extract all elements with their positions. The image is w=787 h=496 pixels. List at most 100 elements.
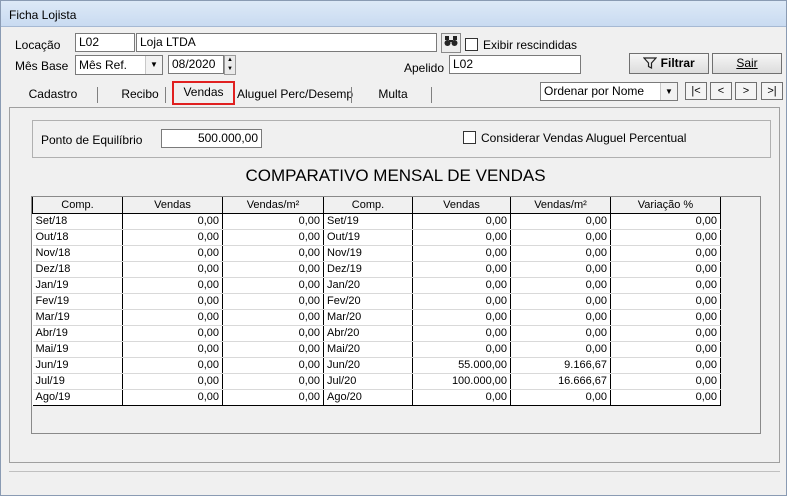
table-cell[interactable]: 0,00 xyxy=(222,229,324,246)
table-cell[interactable]: 0,00 xyxy=(510,293,611,310)
table-cell[interactable]: 0,00 xyxy=(412,229,511,246)
first-record-button[interactable]: |< xyxy=(685,82,707,100)
table-cell[interactable]: Jan/20 xyxy=(323,277,413,294)
sair-button[interactable]: Sair xyxy=(712,53,782,74)
table-cell[interactable]: 0,00 xyxy=(610,293,721,310)
table-row[interactable]: Jul/19 0,00 0,00 Jul/20 100.000,00 16.666,67 0… xyxy=(32,373,721,390)
table-cell[interactable]: 0,00 xyxy=(222,357,324,374)
table-cell[interactable]: 0,00 xyxy=(222,373,324,390)
table-cell[interactable]: 0,00 xyxy=(510,213,611,230)
column-header[interactable]: Comp. xyxy=(323,197,413,214)
table-row[interactable]: Jan/19 0,00 0,00 Jan/20 0,00 0,00 0,00 xyxy=(32,277,721,294)
table-cell[interactable]: 0,00 xyxy=(222,213,324,230)
table-cell[interactable]: 0,00 xyxy=(610,213,721,230)
table-cell[interactable]: 0,00 xyxy=(122,341,223,358)
table-cell[interactable]: Nov/19 xyxy=(323,245,413,262)
next-record-button[interactable]: > xyxy=(735,82,757,100)
table-cell[interactable]: Mar/19 xyxy=(32,309,123,326)
table-cell[interactable]: 0,00 xyxy=(610,261,721,278)
table-cell[interactable]: Set/19 xyxy=(323,213,413,230)
table-cell[interactable]: 0,00 xyxy=(510,277,611,294)
table-cell[interactable]: 0,00 xyxy=(122,213,223,230)
table-cell[interactable]: 0,00 xyxy=(412,389,511,406)
last-record-button[interactable]: >| xyxy=(761,82,783,100)
previous-record-button[interactable]: < xyxy=(710,82,732,100)
ponto-equilibrio-input[interactable]: 500.000,00 xyxy=(161,129,262,148)
table-cell[interactable]: 0,00 xyxy=(412,341,511,358)
table-cell[interactable]: Jun/19 xyxy=(32,357,123,374)
table-cell[interactable]: 9.166,67 xyxy=(510,357,611,374)
table-cell[interactable]: 0,00 xyxy=(610,357,721,374)
table-cell[interactable]: Out/18 xyxy=(32,229,123,246)
table-cell[interactable]: 0,00 xyxy=(510,341,611,358)
table-cell[interactable]: Abr/19 xyxy=(32,325,123,342)
tab-aluguel-perc-desemp[interactable]: Aluguel Perc/Desemp xyxy=(237,81,353,103)
considerar-vendas-checkbox[interactable] xyxy=(463,131,476,144)
table-cell[interactable]: 0,00 xyxy=(222,325,324,342)
table-row[interactable]: Jun/19 0,00 0,00 Jun/20 55.000,00 9.166,67 0,0… xyxy=(32,357,721,374)
table-cell[interactable]: 0,00 xyxy=(122,293,223,310)
column-header[interactable]: Comp. xyxy=(32,197,123,214)
table-cell[interactable]: Out/19 xyxy=(323,229,413,246)
table-cell[interactable]: Jul/20 xyxy=(323,373,413,390)
table-cell[interactable]: Fev/20 xyxy=(323,293,413,310)
table-cell[interactable]: 0,00 xyxy=(122,309,223,326)
table-cell[interactable]: 0,00 xyxy=(412,325,511,342)
column-header[interactable]: Vendas xyxy=(412,197,511,214)
table-cell[interactable]: 0,00 xyxy=(610,229,721,246)
table-cell[interactable]: Ago/20 xyxy=(323,389,413,406)
table-cell[interactable]: Mai/20 xyxy=(323,341,413,358)
table-cell[interactable]: Set/18 xyxy=(32,213,123,230)
table-cell[interactable]: Dez/19 xyxy=(323,261,413,278)
table-cell[interactable]: 0,00 xyxy=(510,229,611,246)
table-row[interactable]: Fev/19 0,00 0,00 Fev/20 0,00 0,00 0,00 xyxy=(32,293,721,310)
table-cell[interactable]: Dez/18 xyxy=(32,261,123,278)
table-cell[interactable]: 0,00 xyxy=(610,245,721,262)
table-cell[interactable]: 0,00 xyxy=(122,277,223,294)
table-row[interactable]: Set/18 0,00 0,00 Set/19 0,00 0,00 0,00 xyxy=(32,213,721,230)
tab-vendas[interactable]: Vendas xyxy=(172,81,235,105)
table-cell[interactable]: 0,00 xyxy=(122,357,223,374)
table-row[interactable]: Abr/19 0,00 0,00 Abr/20 0,00 0,00 0,00 xyxy=(32,325,721,342)
table-cell[interactable]: Mai/19 xyxy=(32,341,123,358)
table-cell[interactable]: 0,00 xyxy=(510,389,611,406)
table-cell[interactable]: 0,00 xyxy=(122,389,223,406)
table-cell[interactable]: 0,00 xyxy=(412,309,511,326)
tab-cadastro[interactable]: Cadastro xyxy=(23,81,83,103)
tab-recibo[interactable]: Recibo xyxy=(113,81,167,103)
locacao-code-input[interactable]: L02 xyxy=(75,33,135,52)
table-cell[interactable]: 0,00 xyxy=(610,309,721,326)
table-cell[interactable]: 55.000,00 xyxy=(412,357,511,374)
table-cell[interactable]: 0,00 xyxy=(222,389,324,406)
table-cell[interactable]: Nov/18 xyxy=(32,245,123,262)
table-cell[interactable]: 0,00 xyxy=(222,277,324,294)
table-cell[interactable]: 16.666,67 xyxy=(510,373,611,390)
table-cell[interactable]: 0,00 xyxy=(412,213,511,230)
table-cell[interactable]: 0,00 xyxy=(610,325,721,342)
table-cell[interactable]: 0,00 xyxy=(610,341,721,358)
table-cell[interactable]: 0,00 xyxy=(510,325,611,342)
table-cell[interactable]: 0,00 xyxy=(122,261,223,278)
table-cell[interactable]: 0,00 xyxy=(122,373,223,390)
table-row[interactable]: Dez/18 0,00 0,00 Dez/19 0,00 0,00 0,00 xyxy=(32,261,721,278)
table-cell[interactable]: 0,00 xyxy=(122,325,223,342)
apelido-input[interactable]: L02 xyxy=(449,55,581,74)
table-cell[interactable]: 0,00 xyxy=(222,261,324,278)
table-cell[interactable]: 0,00 xyxy=(222,245,324,262)
table-cell[interactable]: 0,00 xyxy=(412,293,511,310)
table-cell[interactable]: 0,00 xyxy=(122,229,223,246)
column-header[interactable]: Vendas/m² xyxy=(222,197,324,214)
table-cell[interactable]: 0,00 xyxy=(222,293,324,310)
table-row[interactable]: Mar/19 0,00 0,00 Mar/20 0,00 0,00 0,00 xyxy=(32,309,721,326)
table-cell[interactable]: Jan/19 xyxy=(32,277,123,294)
table-cell[interactable]: 0,00 xyxy=(222,341,324,358)
table-cell[interactable]: 0,00 xyxy=(122,245,223,262)
table-cell[interactable]: Jun/20 xyxy=(323,357,413,374)
table-cell[interactable]: Abr/20 xyxy=(323,325,413,342)
table-cell[interactable]: Jul/19 xyxy=(32,373,123,390)
date-spin-button[interactable]: ▲ ▼ xyxy=(224,55,236,75)
locacao-name-input[interactable]: Loja LTDA xyxy=(136,33,437,52)
table-cell[interactable]: Ago/19 xyxy=(32,389,123,406)
table-cell[interactable]: 100.000,00 xyxy=(412,373,511,390)
table-cell[interactable]: 0,00 xyxy=(222,309,324,326)
